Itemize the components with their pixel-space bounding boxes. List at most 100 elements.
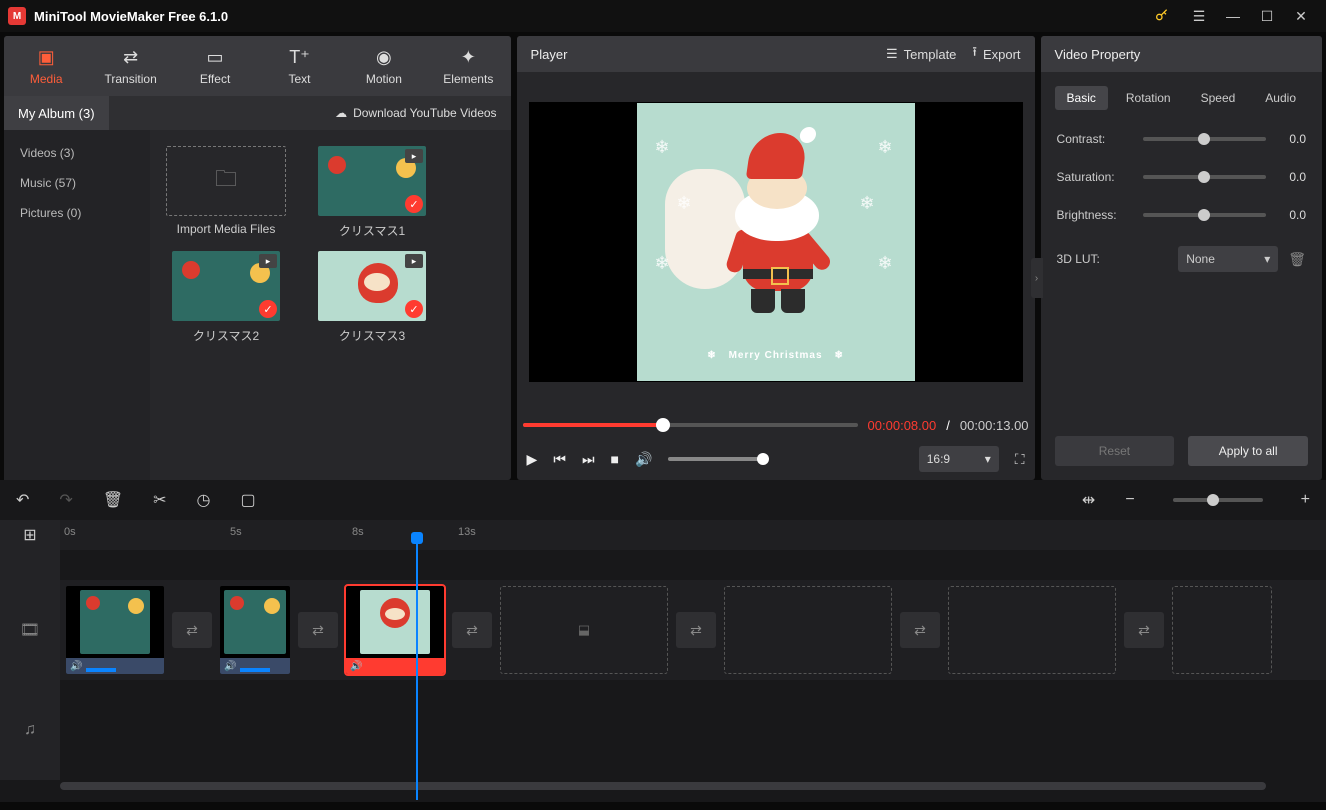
- minimize-icon[interactable]: —: [1216, 8, 1250, 24]
- zoom-in-button[interactable]: +: [1301, 491, 1310, 509]
- playhead[interactable]: [416, 540, 418, 800]
- transition-icon: ⇄: [123, 47, 138, 68]
- video-track-content[interactable]: 🔊 ⇄ 🔊 ⇄ 🔊 ⇄ ⬓ ⇄ ⇄ ⇄: [60, 580, 1326, 680]
- reset-button[interactable]: Reset: [1055, 436, 1175, 466]
- media-item-3-label: クリスマス3: [312, 327, 432, 344]
- import-media-tile[interactable]: 🗀 Import Media Files: [166, 146, 286, 239]
- sidenav-music[interactable]: Music (57): [4, 168, 150, 198]
- video-badge-icon: ▸: [405, 254, 423, 268]
- timeline-scrollbar[interactable]: [0, 780, 1326, 792]
- media-item-2[interactable]: ▸ ✓ クリスマス2: [166, 251, 286, 344]
- maximize-icon[interactable]: ☐: [1250, 8, 1284, 25]
- prop-tab-basic[interactable]: Basic: [1055, 86, 1108, 110]
- tab-media[interactable]: ▣ Media: [4, 36, 88, 96]
- chevron-down-icon: ▾: [1264, 252, 1270, 266]
- saturation-label: Saturation:: [1057, 170, 1133, 184]
- close-icon[interactable]: ✕: [1284, 8, 1318, 25]
- tab-text[interactable]: T⁺ Text: [257, 36, 341, 96]
- speed-button[interactable]: ◷: [197, 490, 211, 510]
- media-panel: ▣ Media ⇄ Transition ▭ Effect T⁺ Text ◉ …: [4, 36, 511, 480]
- export-icon: ⭱: [972, 43, 977, 65]
- play-button[interactable]: ▶: [527, 451, 538, 468]
- tab-effect-label: Effect: [200, 72, 230, 86]
- empty-clip-slot[interactable]: [1172, 586, 1272, 674]
- template-label: Template: [904, 47, 957, 62]
- license-key-icon[interactable]: [1154, 7, 1170, 26]
- panel-collapse-handle[interactable]: ›: [1031, 258, 1043, 298]
- split-button[interactable]: ✂: [153, 490, 166, 510]
- ruler-tick: 5s: [230, 526, 242, 538]
- prop-tab-speed[interactable]: Speed: [1189, 86, 1248, 110]
- media-sub-row: My Album (3) ☁ Download YouTube Videos: [4, 96, 511, 130]
- lut-delete-icon[interactable]: 🗑: [1288, 251, 1306, 268]
- brightness-slider[interactable]: [1143, 213, 1266, 217]
- folder-open-icon: 🗀: [215, 162, 237, 200]
- add-track-button[interactable]: ⊞: [23, 525, 36, 545]
- prop-tab-rotation[interactable]: Rotation: [1114, 86, 1183, 110]
- empty-clip-slot[interactable]: ⬓: [500, 586, 668, 674]
- transition-slot[interactable]: ⇄: [452, 612, 492, 648]
- empty-clip-slot[interactable]: [724, 586, 892, 674]
- brightness-row: Brightness: 0.0: [1041, 196, 1322, 234]
- next-frame-button[interactable]: ⏭: [582, 451, 595, 468]
- redo-button[interactable]: ↷: [59, 490, 72, 510]
- tab-text-label: Text: [288, 72, 310, 86]
- media-item-3[interactable]: ▸ ✓ クリスマス3: [312, 251, 432, 344]
- brightness-value: 0.0: [1276, 208, 1306, 222]
- zoom-slider[interactable]: [1173, 498, 1263, 502]
- tool-tabs: ▣ Media ⇄ Transition ▭ Effect T⁺ Text ◉ …: [4, 36, 511, 96]
- transition-slot[interactable]: ⇄: [298, 612, 338, 648]
- empty-clip-slot[interactable]: [948, 586, 1116, 674]
- volume-slider[interactable]: [668, 457, 764, 461]
- tab-effect[interactable]: ▭ Effect: [173, 36, 257, 96]
- player-controls: ▶ ⏮ ⏭ ■ 🔊 16:9 ▾ ⛶: [517, 438, 1035, 480]
- saturation-slider[interactable]: [1143, 175, 1266, 179]
- download-youtube-link[interactable]: ☁ Download YouTube Videos: [321, 106, 510, 120]
- apply-to-all-button[interactable]: Apply to all: [1188, 436, 1308, 466]
- contrast-slider[interactable]: [1143, 137, 1266, 141]
- transition-slot[interactable]: ⇄: [172, 612, 212, 648]
- transition-slot[interactable]: ⇄: [1124, 612, 1164, 648]
- delete-button[interactable]: 🗑: [103, 490, 123, 510]
- stop-button[interactable]: ■: [611, 451, 619, 467]
- tab-motion[interactable]: ◉ Motion: [342, 36, 426, 96]
- media-item-1[interactable]: ▸ ✓ クリスマス1: [312, 146, 432, 239]
- film-icon: 🎞: [20, 620, 40, 640]
- seek-bar[interactable]: 00:00:08.00 / 00:00:13.00: [517, 412, 1035, 438]
- timeline-clip-2[interactable]: 🔊: [220, 586, 290, 674]
- seek-track[interactable]: [523, 423, 858, 427]
- seek-knob[interactable]: [656, 418, 670, 432]
- template-button[interactable]: ☰ Template: [886, 46, 956, 62]
- export-button[interactable]: ⭱ Export: [972, 43, 1020, 65]
- sidenav-videos[interactable]: Videos (3): [4, 138, 150, 168]
- contrast-value: 0.0: [1276, 132, 1306, 146]
- music-track-content[interactable]: [60, 680, 1326, 780]
- timeline-clip-3[interactable]: 🔊: [346, 586, 444, 674]
- prop-tab-audio[interactable]: Audio: [1253, 86, 1308, 110]
- transition-slot[interactable]: ⇄: [676, 612, 716, 648]
- player-preview[interactable]: ❄❄❄ ❄❄❄ ❄Merry Christmas❄: [529, 102, 1023, 382]
- crop-button[interactable]: ▢: [241, 490, 256, 510]
- aspect-ratio-select[interactable]: 16:9 ▾: [919, 446, 999, 472]
- my-album-tab[interactable]: My Album (3): [4, 96, 109, 130]
- tab-elements[interactable]: ✦ Elements: [426, 36, 510, 96]
- check-badge-icon: ✓: [259, 300, 277, 318]
- timeline-clip-1[interactable]: 🔊: [66, 586, 164, 674]
- hamburger-menu-icon[interactable]: ☰: [1182, 8, 1216, 25]
- fit-timeline-button[interactable]: ⇹: [1082, 490, 1095, 510]
- fullscreen-button[interactable]: ⛶: [1015, 451, 1025, 468]
- transition-slot[interactable]: ⇄: [900, 612, 940, 648]
- ruler-tick: 13s: [458, 526, 476, 538]
- sidenav-pictures[interactable]: Pictures (0): [4, 198, 150, 228]
- aspect-ratio-value: 16:9: [927, 452, 950, 466]
- zoom-out-button[interactable]: −: [1125, 491, 1134, 509]
- lut-select[interactable]: None ▾: [1178, 246, 1278, 272]
- saturation-value: 0.0: [1276, 170, 1306, 184]
- timeline-ruler-row: ⊞ 0s 5s 8s 13s: [0, 520, 1326, 550]
- undo-button[interactable]: ↶: [16, 490, 29, 510]
- player-title: Player: [531, 47, 870, 62]
- prev-frame-button[interactable]: ⏮: [553, 451, 566, 468]
- import-media-label: Import Media Files: [166, 222, 286, 236]
- volume-icon[interactable]: 🔊: [635, 451, 652, 468]
- tab-transition[interactable]: ⇄ Transition: [88, 36, 172, 96]
